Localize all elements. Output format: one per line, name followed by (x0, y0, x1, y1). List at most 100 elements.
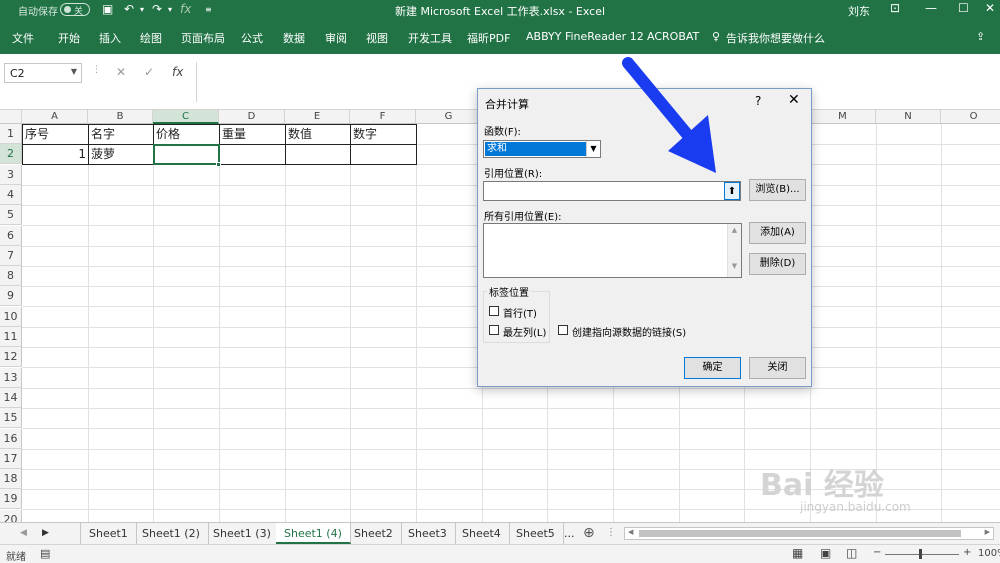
row-header-1[interactable]: 1 (0, 124, 22, 144)
collapse-dialog-icon[interactable]: ⬆ (724, 182, 740, 200)
cell-e1[interactable]: 数值 (285, 124, 351, 145)
add-button[interactable]: 添加(A) (749, 222, 806, 244)
sheet-tab-sheet1-3[interactable]: Sheet1 (3) (205, 523, 280, 544)
scroll-down-icon[interactable]: ▼ (728, 262, 741, 270)
sheet-tab-sheet1-4[interactable]: Sheet1 (4) (276, 523, 351, 544)
left-column-checkbox[interactable] (489, 325, 499, 335)
row-header-6[interactable]: 6 (0, 225, 22, 246)
function-select[interactable]: 求和 ▼ (483, 140, 601, 158)
top-row-checkbox[interactable] (489, 306, 499, 316)
cell-f2[interactable] (350, 144, 417, 165)
row-header-10[interactable]: 10 (0, 306, 22, 327)
zoom-slider[interactable] (885, 554, 959, 555)
cell-a1[interactable]: 序号 (22, 124, 89, 145)
row-header-3[interactable]: 3 (0, 164, 22, 185)
sheet-tab-sheet4[interactable]: Sheet4 (454, 523, 510, 544)
insert-function-button[interactable]: fx (172, 65, 183, 79)
share-icon[interactable]: ⇪ (976, 30, 985, 43)
column-header-m[interactable]: M (810, 110, 876, 124)
tab-foxit-pdf[interactable]: 福昕PDF (467, 30, 510, 46)
scroll-up-icon[interactable]: ▲ (728, 226, 741, 234)
sheet-tab-sheet5[interactable]: Sheet5 (508, 523, 564, 544)
cell-a2[interactable]: 1 (22, 144, 89, 165)
next-sheet-icon[interactable]: ▶ (42, 528, 49, 538)
tab-data[interactable]: 数据 (283, 30, 305, 46)
row-header-15[interactable]: 15 (0, 408, 22, 429)
zoom-in-icon[interactable]: + (963, 547, 971, 558)
row-header-13[interactable]: 13 (0, 367, 22, 388)
sheet-tab-sheet3[interactable]: Sheet3 (400, 523, 456, 544)
tab-acrobat[interactable]: ACROBAT (647, 30, 699, 43)
browse-button[interactable]: 浏览(B)... (749, 179, 806, 201)
tab-review[interactable]: 审阅 (325, 30, 347, 46)
cell-b2[interactable]: 菠萝 (88, 144, 154, 165)
ok-button[interactable]: 确定 (684, 357, 741, 379)
page-layout-view-icon[interactable]: ▣ (820, 546, 831, 560)
cell-e2[interactable] (285, 144, 351, 165)
sheet-tab-sheet2[interactable]: Sheet2 (346, 523, 402, 544)
list-scrollbar[interactable]: ▲ ▼ (727, 224, 741, 277)
row-header-9[interactable]: 9 (0, 286, 22, 307)
column-header-o[interactable]: O (941, 110, 1000, 124)
zoom-out-icon[interactable]: − (873, 547, 881, 558)
enter-icon[interactable]: ✓ (144, 65, 154, 79)
row-header-8[interactable]: 8 (0, 266, 22, 287)
ribbon-display-icon[interactable]: ⊡ (890, 1, 900, 15)
cell-c1[interactable]: 价格 (153, 124, 220, 145)
tab-formulas[interactable]: 公式 (241, 30, 263, 46)
cell-d1[interactable]: 重量 (219, 124, 286, 145)
tab-view[interactable]: 视图 (366, 30, 388, 46)
zoom-level[interactable]: 100% (978, 548, 1000, 559)
column-header-f[interactable]: F (350, 110, 416, 124)
active-cell-c2[interactable] (153, 144, 220, 165)
scroll-right-icon[interactable]: ▶ (985, 528, 990, 536)
column-header-b[interactable]: B (88, 110, 153, 124)
reference-input[interactable]: ⬆ (483, 181, 741, 201)
normal-view-icon[interactable]: ▦ (792, 546, 803, 560)
fill-handle[interactable] (216, 162, 221, 167)
row-header-19[interactable]: 19 (0, 489, 22, 510)
cancel-icon[interactable]: ✕ (116, 65, 126, 79)
maximize-icon[interactable]: ☐ (958, 1, 969, 15)
select-all-corner[interactable] (0, 110, 22, 124)
page-break-view-icon[interactable]: ◫ (846, 546, 857, 560)
more-sheets-button[interactable]: ... (564, 527, 575, 540)
cell-b1[interactable]: 名字 (88, 124, 154, 145)
sheet-tab-sheet1[interactable]: Sheet1 (80, 523, 137, 544)
horizontal-scrollbar[interactable]: ◀ ▶ (624, 527, 994, 540)
tab-page-layout[interactable]: 页面布局 (181, 30, 225, 46)
row-header-18[interactable]: 18 (0, 469, 22, 490)
row-header-17[interactable]: 17 (0, 448, 22, 469)
prev-sheet-icon[interactable]: ◀ (20, 528, 27, 538)
name-box[interactable]: C2 ▼ (4, 63, 82, 83)
cell-f1[interactable]: 数字 (350, 124, 417, 145)
splitter-icon[interactable]: ⋮ (606, 527, 616, 538)
column-header-a[interactable]: A (22, 110, 88, 124)
macro-record-icon[interactable]: ▤ (40, 547, 50, 560)
tab-developer[interactable]: 开发工具 (408, 30, 452, 46)
row-header-4[interactable]: 4 (0, 184, 22, 205)
row-header-12[interactable]: 12 (0, 347, 22, 368)
dialog-close-button[interactable]: ✕ (788, 92, 800, 108)
tab-home[interactable]: 开始 (58, 30, 80, 46)
tab-file[interactable]: 文件 (12, 30, 34, 46)
row-header-20[interactable]: 20 (0, 509, 22, 522)
zoom-slider-thumb[interactable] (919, 549, 922, 559)
tell-me-box[interactable]: 告诉我你想要做什么 (726, 30, 825, 46)
row-header-7[interactable]: 7 (0, 245, 22, 266)
column-header-c[interactable]: C (153, 110, 219, 124)
close-window-icon[interactable]: ✕ (985, 1, 995, 15)
add-sheet-icon[interactable]: ⊕ (583, 525, 595, 541)
scroll-left-icon[interactable]: ◀ (628, 528, 633, 536)
minimize-icon[interactable]: — (925, 1, 937, 15)
create-links-checkbox[interactable] (558, 325, 568, 335)
column-header-n[interactable]: N (876, 110, 941, 124)
row-header-2[interactable]: 2 (0, 144, 22, 165)
tab-insert[interactable]: 插入 (99, 30, 121, 46)
scroll-thumb[interactable] (639, 530, 961, 537)
column-header-d[interactable]: D (219, 110, 285, 124)
row-header-11[interactable]: 11 (0, 327, 22, 347)
sheet-tab-sheet1-2[interactable]: Sheet1 (2) (134, 523, 209, 544)
help-button[interactable]: ? (755, 94, 761, 108)
row-header-5[interactable]: 5 (0, 205, 22, 226)
